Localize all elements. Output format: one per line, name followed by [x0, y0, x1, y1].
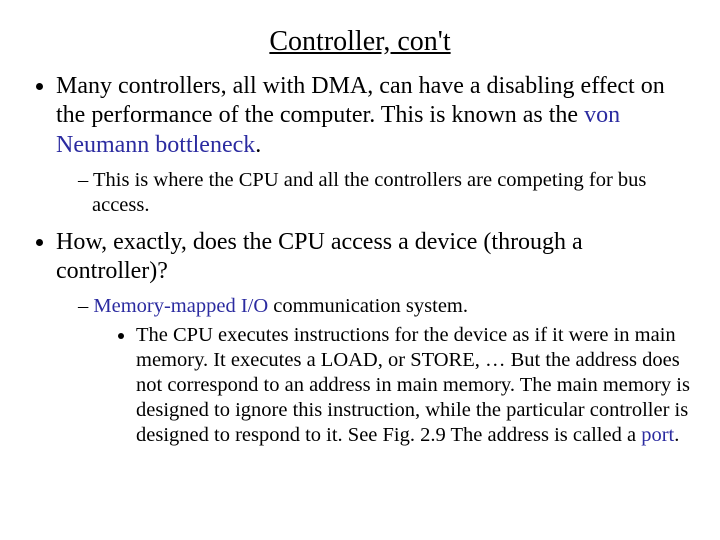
term-port: port [641, 424, 674, 446]
text: Many controllers, all with DMA, can have… [56, 73, 665, 128]
bullet-list-level2: Memory-mapped I/O communication system. … [56, 294, 690, 448]
bullet-item: How, exactly, does the CPU access a devi… [56, 228, 690, 449]
sub-bullet-item: This is where the CPU and all the contro… [78, 168, 690, 218]
bullet-list-level3: The CPU executes instructions for the de… [92, 323, 690, 448]
text: communication system. [268, 295, 468, 317]
bullet-item: Many controllers, all with DMA, can have… [56, 72, 690, 218]
sub-bullet-item: Memory-mapped I/O communication system. … [78, 294, 690, 448]
text: How, exactly, does the CPU access a devi… [56, 229, 583, 284]
text: . [674, 424, 679, 446]
sub-sub-bullet-item: The CPU executes instructions for the de… [136, 323, 690, 448]
text: This is where the CPU and all the contro… [92, 169, 646, 216]
bullet-list-level2: This is where the CPU and all the contro… [56, 168, 690, 218]
bullet-list-level1: Many controllers, all with DMA, can have… [30, 72, 690, 448]
term-memory-mapped-io: Memory-mapped I/O [93, 295, 268, 317]
text: The CPU executes instructions for the de… [136, 324, 690, 446]
slide-title: Controller, con't [30, 26, 690, 58]
text: . [255, 132, 261, 158]
